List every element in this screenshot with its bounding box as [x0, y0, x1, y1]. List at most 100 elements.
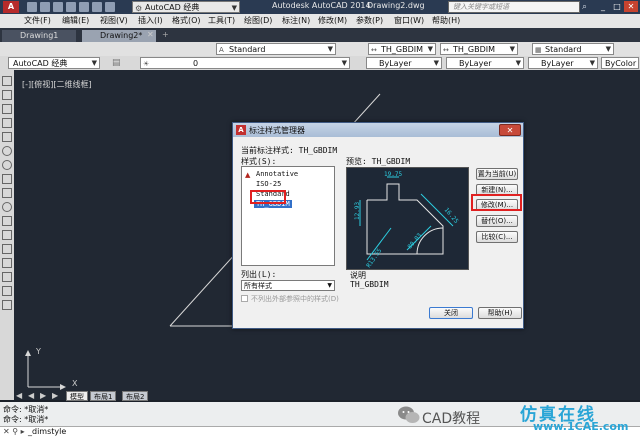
block-tool-icon[interactable] [2, 216, 12, 226]
line-tool-icon[interactable] [2, 76, 12, 86]
close-button[interactable]: ✕ [624, 1, 638, 12]
text-style-select[interactable]: A Standard ▼ [216, 43, 336, 55]
chevron-down-icon: ▼ [433, 59, 439, 67]
new-icon[interactable] [27, 2, 37, 12]
last-layout-icon[interactable]: ▶ [52, 391, 58, 400]
region-tool-icon[interactable] [2, 272, 12, 282]
bulb-icon: ☀ [143, 60, 150, 68]
dim-style-select-2[interactable]: ↔ TH_GBDIM ▼ [440, 43, 518, 55]
annotative-icon: ▲ [245, 171, 251, 179]
help-button[interactable]: 帮助(H) [478, 307, 522, 319]
chevron-down-icon: ▼ [589, 59, 595, 67]
application-menu-button[interactable]: A [3, 1, 19, 13]
lineweight-select[interactable]: ByLayer ▼ [528, 57, 598, 69]
tab-label: Drawing2* [100, 31, 143, 40]
save-icon[interactable] [53, 2, 63, 12]
layer-toolbar: AutoCAD 经典 ▼ ▤ ☀ 0 ▼ ByLayer ▼ ByLayer ▼ ByLa… [0, 56, 640, 70]
menu-edit[interactable]: 编辑(E) [62, 15, 89, 26]
watermark-site: www.1CAE.com [533, 420, 629, 433]
redo-icon[interactable] [105, 2, 115, 12]
list-item[interactable]: ISO-25 [256, 180, 281, 188]
menu-format[interactable]: 格式(O) [172, 15, 201, 26]
add-tab-icon[interactable]: + [162, 30, 169, 39]
tab-drawing1[interactable]: Drawing1 [2, 30, 76, 42]
first-layout-icon[interactable]: ◀ [16, 391, 22, 400]
minimize-button[interactable]: _ [596, 1, 610, 12]
xref-checkbox[interactable] [241, 295, 248, 302]
rectangle-tool-icon[interactable] [2, 132, 12, 142]
close-button[interactable]: 关闭 [429, 307, 473, 319]
combo-value: 所有样式 [244, 282, 272, 290]
menu-window[interactable]: 窗口(W) [394, 15, 424, 26]
workspace-select-2[interactable]: AutoCAD 经典 ▼ [8, 57, 100, 69]
compare-button[interactable]: 比较(C)... [476, 231, 518, 243]
menu-insert[interactable]: 插入(I) [138, 15, 163, 26]
saveas-icon[interactable] [66, 2, 76, 12]
search-input[interactable]: 键入关键字或短语 [448, 1, 580, 13]
dim-style-select[interactable]: ↔ TH_GBDIM ▼ [368, 43, 436, 55]
tab-layout1[interactable]: 布局1 [90, 391, 117, 401]
dialog-title: 标注样式管理器 [249, 126, 305, 135]
window-controls: _ □ ✕ [596, 1, 638, 12]
open-icon[interactable] [40, 2, 50, 12]
draw-toolbar [0, 70, 14, 400]
circle-tool-icon[interactable] [2, 160, 12, 170]
close-icon[interactable]: ✕ ⚲ ▸ [3, 427, 25, 436]
hatch-tool-icon[interactable] [2, 244, 12, 254]
dim-style-icon: ↔ [443, 46, 449, 54]
layer-manager-icon[interactable]: ▤ [112, 58, 121, 68]
close-icon[interactable]: ✕ [147, 30, 154, 39]
ellipse-tool-icon[interactable] [2, 202, 12, 212]
menu-modify[interactable]: 修改(M) [318, 15, 347, 26]
tab-model[interactable]: 模型 [66, 391, 88, 401]
prev-layout-icon[interactable]: ◀ [28, 391, 34, 400]
layer-select[interactable]: ☀ 0 ▼ [140, 57, 350, 69]
gradient-tool-icon[interactable] [2, 258, 12, 268]
menu-parametric[interactable]: 参数(P) [356, 15, 383, 26]
maximize-button[interactable]: □ [610, 1, 624, 12]
list-filter-select[interactable]: 所有样式 ▼ [241, 280, 335, 291]
preview-drawing: 19.75 12.93 16.25 80.03 R13.55 [354, 171, 460, 269]
combo-value: AutoCAD 经典 [13, 59, 68, 68]
color-select[interactable]: ByLayer ▼ [366, 57, 442, 69]
list-item[interactable]: Annotative [256, 170, 298, 178]
next-layout-icon[interactable]: ▶ [40, 391, 46, 400]
linetype-select[interactable]: ByLayer ▼ [446, 57, 524, 69]
set-current-button[interactable]: 置为当前(U) [476, 168, 518, 180]
dialog-close-button[interactable]: ✕ [499, 124, 521, 136]
table-style-icon: ▦ [535, 46, 542, 54]
polygon-tool-icon[interactable] [2, 118, 12, 128]
dim-top-label: 19.75 [384, 171, 402, 178]
plot-icon[interactable] [79, 2, 89, 12]
xline-tool-icon[interactable] [2, 90, 12, 100]
xref-checkbox-label: 不列出外部参照中的样式(D) [251, 295, 339, 303]
search-icon[interactable]: ⌕ [582, 2, 587, 12]
table-style-select[interactable]: ▦ Standard ▼ [532, 43, 614, 55]
watermark-wechat-text: CAD教程 [422, 411, 481, 427]
tab-layout2[interactable]: 布局2 [122, 391, 149, 401]
mtext-tool-icon[interactable] [2, 300, 12, 310]
menu-tools[interactable]: 工具(T) [208, 15, 235, 26]
dialog-title-bar[interactable]: A 标注样式管理器 ✕ [233, 123, 523, 137]
menu-draw[interactable]: 绘图(D) [244, 15, 272, 26]
style-preview: 19.75 12.93 16.25 80.03 R13.55 [346, 167, 469, 270]
tab-drawing2[interactable]: Drawing2* [82, 30, 156, 42]
polyline-tool-icon[interactable] [2, 104, 12, 114]
menu-file[interactable]: 文件(F) [24, 15, 51, 26]
chevron-down-icon: ▼ [605, 45, 611, 53]
override-button[interactable]: 替代(O)... [476, 215, 518, 227]
table-tool-icon[interactable] [2, 286, 12, 296]
revcloud-tool-icon[interactable] [2, 174, 12, 184]
undo-icon[interactable] [92, 2, 102, 12]
arc-tool-icon[interactable] [2, 146, 12, 156]
menu-view[interactable]: 视图(V) [100, 15, 128, 26]
point-tool-icon[interactable] [2, 230, 12, 240]
spline-tool-icon[interactable] [2, 188, 12, 198]
style-list[interactable]: ▲ Annotative ISO-25 Standard TH_GBDIM [241, 166, 335, 266]
dim-style-icon: ↔ [371, 46, 377, 54]
workspace-select[interactable]: ⚙ AutoCAD 经典 ▼ [132, 1, 240, 13]
workspace-label: AutoCAD 经典 [145, 3, 200, 12]
plotstyle-select[interactable]: ByColor [601, 57, 639, 69]
menu-help[interactable]: 帮助(H) [432, 15, 460, 26]
menu-dimension[interactable]: 标注(N) [282, 15, 310, 26]
